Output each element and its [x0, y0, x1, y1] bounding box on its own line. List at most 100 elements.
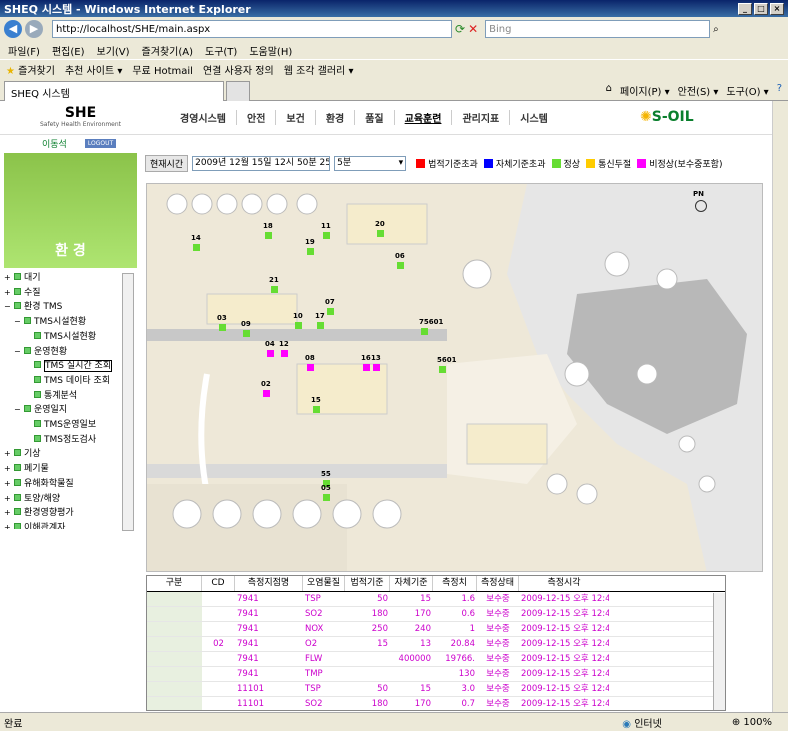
station-marker[interactable] — [313, 406, 320, 413]
table-scrollbar[interactable] — [713, 593, 725, 710]
station-marker[interactable] — [281, 350, 288, 357]
plant-map[interactable]: PN 14 18 11 20 19 06 21 07 03 09 10 17 75601 04 12 08 16… — [146, 183, 763, 572]
help-icon[interactable]: ? — [777, 83, 782, 98]
stop-icon[interactable]: ✕ — [468, 22, 478, 36]
custom-links-link[interactable]: 연결 사용자 정의 — [203, 62, 274, 77]
table-row[interactable]: 7941 TMP 130 보수중 2009-12-15 오후 12:45:00 — [147, 667, 725, 682]
tree-item[interactable]: TMS정도검사 — [4, 433, 124, 448]
nav-indicators[interactable]: 관리지표 — [452, 110, 511, 125]
station-marker[interactable] — [265, 232, 272, 239]
station-marker[interactable] — [327, 308, 334, 315]
expand-icon[interactable]: + — [4, 521, 13, 529]
interval-select[interactable]: 5분 ▾ — [334, 155, 407, 171]
collapse-icon[interactable]: − — [4, 300, 13, 315]
tree-item[interactable]: − TMS시설현황 — [4, 315, 124, 330]
tree-item[interactable]: 통계분석 — [4, 389, 124, 404]
station-marker[interactable] — [377, 230, 384, 237]
nav-system[interactable]: 시스템 — [510, 110, 558, 125]
tree-item[interactable]: TMS운영일보 — [4, 418, 124, 433]
expand-icon[interactable]: + — [4, 462, 13, 477]
nav-training[interactable]: 교육훈련 — [395, 110, 453, 125]
station-marker[interactable] — [243, 330, 250, 337]
search-input[interactable]: Bing — [485, 20, 711, 38]
back-icon[interactable]: ◀ — [4, 20, 22, 38]
station-marker[interactable] — [317, 322, 324, 329]
menu-file[interactable]: 파일(F) — [8, 43, 40, 58]
search-icon[interactable]: ⌕ — [713, 24, 719, 35]
station-marker[interactable] — [323, 232, 330, 239]
tree-item[interactable]: + 이해관계자 — [4, 521, 124, 529]
station-marker[interactable] — [193, 244, 200, 251]
collapse-icon[interactable]: − — [14, 403, 23, 418]
she-logo[interactable]: SHE Safety Health Environment — [40, 105, 121, 128]
tree-item[interactable]: − 운영일지 — [4, 403, 124, 418]
logout-button[interactable]: LOGOUT — [84, 138, 117, 148]
table-row[interactable]: 7941 SO2 180 170 0.6 보수중 2009-12-15 오후 12:45:0… — [147, 607, 725, 622]
menu-tools[interactable]: 도구(T) — [205, 43, 237, 58]
station-marker[interactable] — [295, 322, 302, 329]
table-row[interactable]: 11101 SO2 180 170 0.7 보수중 2009-12-15 오후 12:45:… — [147, 697, 725, 710]
tree-item[interactable]: − 운영현황 — [4, 345, 124, 360]
tree-item[interactable]: + 폐기물 — [4, 462, 124, 477]
home-icon[interactable]: ⌂ — [606, 83, 612, 98]
tree-item[interactable]: + 기상 — [4, 447, 124, 462]
station-marker[interactable] — [263, 390, 270, 397]
refresh-icon[interactable]: ⟳ — [455, 22, 465, 36]
nav-environment[interactable]: 환경 — [316, 110, 356, 125]
expand-icon[interactable]: + — [4, 477, 13, 492]
page-menu[interactable]: 페이지(P) ▾ — [620, 83, 670, 98]
web-slice-gallery-link[interactable]: 웹 조각 갤러리 ▾ — [284, 62, 354, 77]
suggested-sites-link[interactable]: 추천 사이트 ▾ — [65, 62, 122, 77]
nav-safety[interactable]: 안전 — [237, 110, 277, 125]
page-scrollbar[interactable] — [772, 101, 788, 712]
tools-menu[interactable]: 도구(O) ▾ — [726, 83, 768, 98]
nav-health[interactable]: 보건 — [276, 110, 316, 125]
station-marker[interactable] — [307, 248, 314, 255]
zoom-control[interactable]: ⊕ 100% — [732, 717, 772, 728]
hotmail-link[interactable]: 무료 Hotmail — [132, 62, 193, 77]
new-tab-button[interactable] — [226, 81, 250, 101]
tree-item[interactable]: + 수질 — [4, 286, 124, 301]
menu-help[interactable]: 도움말(H) — [249, 43, 292, 58]
nav-management[interactable]: 경영시스템 — [170, 110, 237, 125]
collapse-icon[interactable]: − — [14, 315, 23, 330]
station-marker[interactable] — [373, 364, 380, 371]
url-input[interactable]: http://localhost/SHE/main.aspx — [52, 20, 452, 38]
safety-menu[interactable]: 안전(S) ▾ — [678, 83, 719, 98]
collapse-icon[interactable]: − — [14, 345, 23, 360]
station-marker[interactable] — [397, 262, 404, 269]
nav-quality[interactable]: 품질 — [355, 110, 395, 125]
expand-icon[interactable]: + — [4, 286, 13, 301]
expand-icon[interactable]: + — [4, 447, 13, 462]
tree-item[interactable]: + 환경영향평가 — [4, 506, 124, 521]
tree-item[interactable]: − 환경 TMS — [4, 300, 124, 315]
station-marker[interactable] — [323, 494, 330, 501]
maximize-button[interactable]: □ — [754, 2, 768, 15]
menu-edit[interactable]: 편집(E) — [52, 43, 85, 58]
favorites-button[interactable]: ★ 즐겨찾기 — [6, 62, 55, 77]
time-field[interactable]: 2009년 12월 15일 12시 50분 25초 — [192, 155, 331, 171]
station-marker[interactable] — [421, 328, 428, 335]
station-marker[interactable] — [267, 350, 274, 357]
station-marker[interactable] — [219, 324, 226, 331]
tree-item[interactable]: + 토양/해양 — [4, 492, 124, 507]
expand-icon[interactable]: + — [4, 271, 13, 286]
tree-item[interactable]: + 대기 — [4, 271, 124, 286]
station-marker[interactable] — [363, 364, 370, 371]
tree-item[interactable]: TMS 데이타 조회 — [4, 374, 124, 389]
table-row[interactable]: 7941 FLW 400000 19766. 보수중 2009-12-15 오후 12:4… — [147, 652, 725, 667]
minimize-button[interactable]: _ — [738, 2, 752, 15]
table-row[interactable]: 02 7941 O2 15 13 20.84 보수중 2009-12-15 오후 12:45:… — [147, 637, 725, 652]
tree-scrollbar[interactable] — [122, 273, 134, 531]
forward-icon[interactable]: ▶ — [25, 20, 43, 38]
station-marker[interactable] — [439, 366, 446, 373]
expand-icon[interactable]: + — [4, 492, 13, 507]
tab-active[interactable]: SHEQ 시스템 — [4, 81, 224, 101]
expand-icon[interactable]: + — [4, 506, 13, 521]
table-row[interactable]: 7941 TSP 50 15 1.6 보수중 2009-12-15 오후 12:45:00 — [147, 592, 725, 607]
tree-item[interactable]: TMS 실시간 조회 — [4, 359, 124, 374]
station-marker[interactable] — [307, 364, 314, 371]
station-marker[interactable] — [271, 286, 278, 293]
tree-item[interactable]: TMS시설현황 — [4, 330, 124, 345]
table-row[interactable]: 11101 TSP 50 15 3.0 보수중 2009-12-15 오후 12:45:00 — [147, 682, 725, 697]
